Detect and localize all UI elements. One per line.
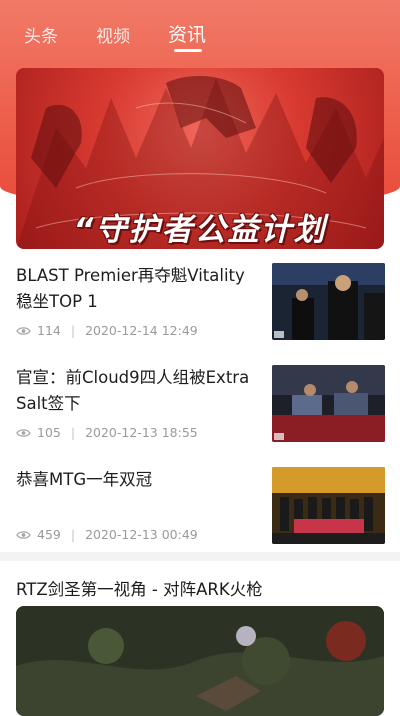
news-item[interactable]: 官宣：前Cloud9四人组被Extra Salt签下 105 | 2020-12… xyxy=(0,365,400,459)
video-title[interactable]: RTZ剑圣第一视角 - 对阵ARK火枪 xyxy=(16,576,263,600)
view-count: 114 xyxy=(37,323,61,338)
tab-videos[interactable]: 视频 xyxy=(96,22,130,47)
eye-icon xyxy=(16,428,31,437)
featured-banner[interactable]: “守护者公益计划 xyxy=(16,68,384,249)
news-title: 官宣：前Cloud9四人组被Extra Salt签下 xyxy=(16,368,250,413)
news-meta: 459 | 2020-12-13 00:49 xyxy=(16,527,198,542)
active-tab-indicator xyxy=(174,49,202,52)
news-thumbnail xyxy=(272,365,385,442)
video-thumbnail[interactable] xyxy=(16,606,384,716)
tab-headlines[interactable]: 头条 xyxy=(24,22,58,47)
news-title: 恭喜MTG一年双冠 xyxy=(16,470,153,489)
news-thumbnail xyxy=(272,263,385,340)
publish-time: 2020-12-14 12:49 xyxy=(85,323,198,338)
eye-icon xyxy=(16,326,31,335)
view-count: 105 xyxy=(37,425,61,440)
publish-time: 2020-12-13 18:55 xyxy=(85,425,198,440)
news-meta: 105 | 2020-12-13 18:55 xyxy=(16,425,198,440)
eye-icon xyxy=(16,530,31,539)
news-item[interactable]: BLAST Premier再夺魁Vitality稳坐TOP 1 114 | 20… xyxy=(0,263,400,357)
tab-news[interactable]: 资讯 xyxy=(168,20,206,47)
news-thumbnail xyxy=(272,467,385,544)
view-count: 459 xyxy=(37,527,61,542)
meta-separator: | xyxy=(70,323,76,338)
banner-title: “守护者公益计划 xyxy=(73,212,327,248)
news-item[interactable]: 恭喜MTG一年双冠 459 | 2020-12-13 00:49 xyxy=(0,467,400,561)
publish-time: 2020-12-13 00:49 xyxy=(85,527,198,542)
top-tab-bar: 头条 视频 资讯 xyxy=(0,0,400,64)
news-title: BLAST Premier再夺魁Vitality稳坐TOP 1 xyxy=(16,266,245,311)
news-meta: 114 | 2020-12-14 12:49 xyxy=(16,323,198,338)
meta-separator: | xyxy=(70,425,76,440)
meta-separator: | xyxy=(70,527,76,542)
section-divider xyxy=(0,552,400,561)
